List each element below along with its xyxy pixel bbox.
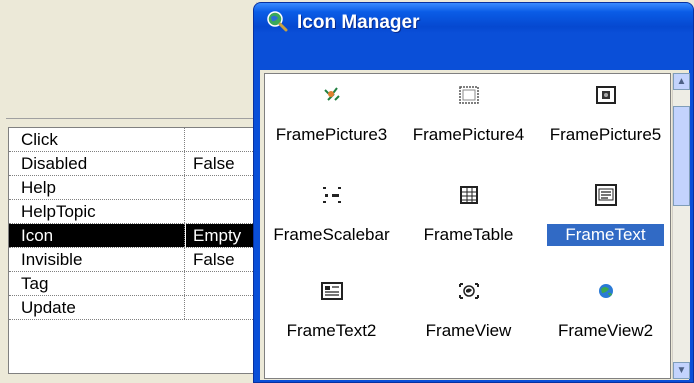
property-row-tag[interactable]: Tag [9, 272, 259, 296]
icon-manager-window: Icon Manager FramePicture3 FramePicture4 [253, 2, 694, 383]
icon-label: FrameText2 [286, 321, 377, 340]
icon-label: FrameTable [423, 225, 514, 244]
frame-view2-icon [599, 284, 613, 298]
property-name: HelpTopic [9, 200, 185, 223]
icon-item-frameview[interactable]: FrameView [402, 270, 535, 360]
property-row-helptopic[interactable]: HelpTopic [9, 200, 259, 224]
magnifier-globe-icon [267, 11, 288, 32]
icon-item-frametext2[interactable]: FrameText2 [265, 270, 398, 360]
property-name: Icon [9, 224, 185, 247]
icon-item-framescalebar[interactable]: FrameScalebar [265, 174, 398, 264]
property-row-invisible[interactable]: Invisible False [9, 248, 259, 272]
window-title: Icon Manager [297, 12, 420, 33]
property-row-help[interactable]: Help [9, 176, 259, 200]
frame-text-icon [595, 184, 617, 206]
icon-item-frameview2[interactable]: FrameView2 [539, 270, 670, 360]
icon-label: FrameText [547, 224, 664, 246]
property-name: Help [9, 176, 185, 199]
property-name: Update [9, 296, 185, 319]
scroll-down-button[interactable]: ▼ [673, 362, 690, 379]
frame-scalebar-icon [323, 187, 341, 203]
property-name: Tag [9, 272, 185, 295]
icon-label: FrameView2 [557, 321, 654, 340]
icon-label: FramePicture3 [275, 125, 388, 144]
icon-label: FrameView [425, 321, 512, 340]
property-row-icon[interactable]: Icon Empty [9, 224, 266, 248]
scroll-thumb[interactable] [673, 106, 690, 206]
scroll-up-button[interactable]: ▲ [673, 73, 690, 90]
frame-picture3-icon [324, 87, 340, 101]
property-row-click[interactable]: Click [9, 128, 259, 152]
frame-picture5-icon [596, 86, 616, 104]
frame-text2-icon [321, 282, 343, 300]
icon-list[interactable]: FramePicture3 FramePicture4 FramePicture… [264, 73, 671, 379]
property-grid: Click Disabled False Help HelpTopic Icon… [8, 127, 266, 374]
frame-table-icon [460, 186, 478, 204]
property-row-disabled[interactable]: Disabled False [9, 152, 259, 176]
icon-label: FramePicture4 [412, 125, 525, 144]
icon-item-framepicture3[interactable]: FramePicture3 [265, 74, 398, 164]
property-name: Click [9, 128, 185, 151]
icon-label: FrameScalebar [273, 225, 390, 244]
background-panel [6, 2, 257, 119]
property-name: Disabled [9, 152, 185, 175]
vertical-scrollbar[interactable]: ▲ ▼ [672, 73, 690, 379]
icon-item-frametext[interactable]: FrameText [539, 174, 670, 264]
property-name: Invisible [9, 248, 185, 271]
icon-label: FramePicture5 [549, 125, 662, 144]
icon-item-frametable[interactable]: FrameTable [402, 174, 535, 264]
icon-item-framepicture4[interactable]: FramePicture4 [402, 74, 535, 164]
window-client-area: FramePicture3 FramePicture4 FramePicture… [260, 70, 690, 380]
frame-picture4-icon [459, 86, 479, 104]
icon-item-framepicture5[interactable]: FramePicture5 [539, 74, 670, 164]
property-row-update[interactable]: Update [9, 296, 259, 320]
title-bar[interactable]: Icon Manager [254, 3, 693, 33]
frame-view-icon [459, 283, 479, 299]
